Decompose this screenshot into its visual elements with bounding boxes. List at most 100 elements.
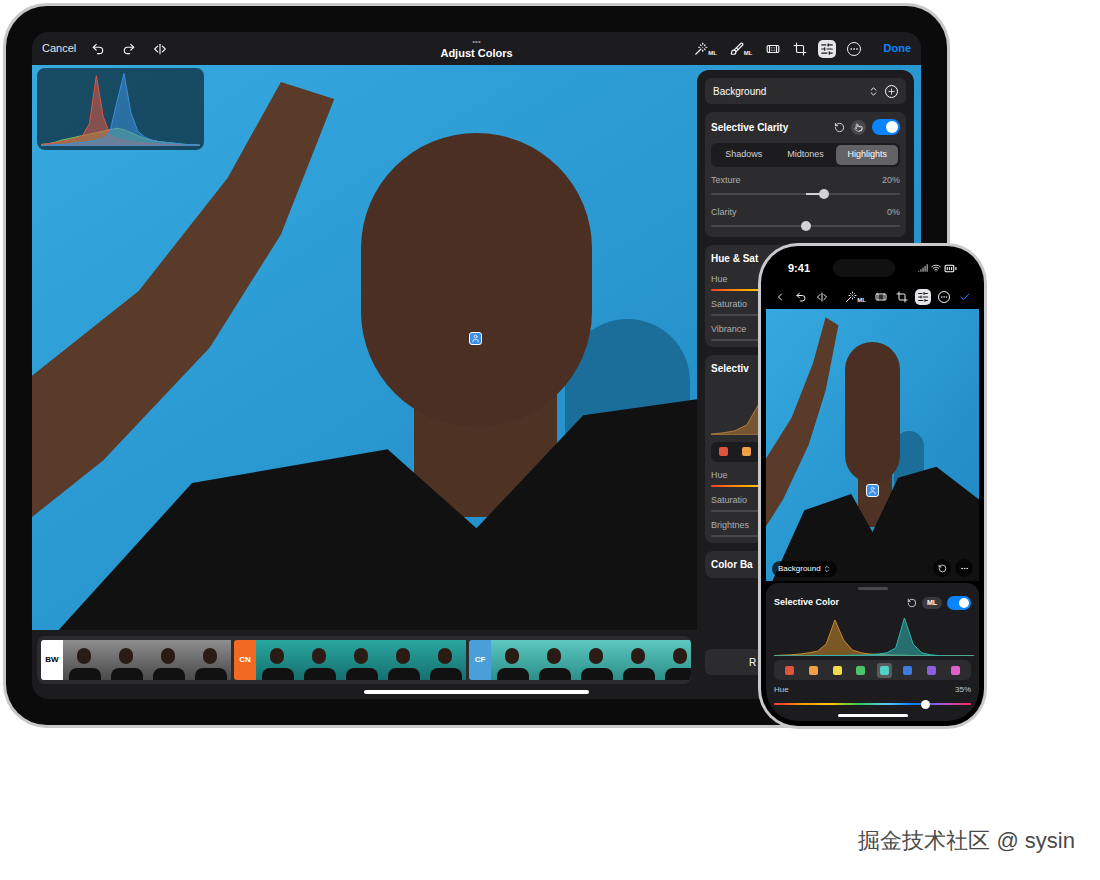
filter-thumbnail[interactable]	[147, 640, 189, 680]
filter-thumbnail[interactable]	[617, 640, 659, 680]
sheet-title: Selective Color	[774, 596, 839, 610]
segment[interactable]: Highlights	[836, 145, 898, 165]
done-icon	[959, 291, 971, 303]
person-icon	[471, 334, 480, 343]
undo-icon	[91, 42, 105, 56]
reset-icon[interactable]	[834, 122, 845, 133]
filter-group-label[interactable]: BW	[41, 640, 63, 680]
filter-group-label[interactable]: CN	[234, 640, 256, 680]
color-swatch[interactable]	[806, 663, 821, 678]
status-time: 9:41	[788, 260, 810, 277]
toggle[interactable]	[872, 119, 900, 135]
layer-select[interactable]: Background	[705, 78, 906, 104]
filter-thumbnail[interactable]	[256, 640, 298, 680]
filter-thumbnail[interactable]	[105, 640, 147, 680]
filter-thumbnail[interactable]	[340, 640, 382, 680]
segment[interactable]: Shadows	[713, 145, 775, 165]
filter-thumbnail[interactable]	[189, 640, 231, 680]
slider[interactable]	[711, 189, 900, 199]
wifi-icon	[931, 263, 941, 273]
filter-thumbnail[interactable]	[575, 640, 617, 680]
toggle[interactable]	[947, 596, 971, 610]
redo-icon	[122, 42, 136, 56]
filter-group-label[interactable]: CF	[469, 640, 491, 680]
filter-thumbnail[interactable]	[491, 640, 533, 680]
home-indicator	[838, 714, 908, 717]
filter-thumbnail[interactable]	[382, 640, 424, 680]
filter-group: CF	[469, 640, 691, 680]
status-bar: 9:41	[766, 251, 979, 285]
tool-button[interactable]: ML	[728, 40, 755, 58]
color-swatch[interactable]	[742, 447, 751, 456]
wand-icon	[845, 291, 857, 303]
tool-button[interactable]	[793, 289, 809, 305]
adjust-sheet: Selective ColorMLHue35%	[766, 583, 979, 721]
more-icon	[938, 291, 950, 303]
tool-button[interactable]	[818, 40, 836, 58]
ml-button[interactable]: ML	[922, 597, 942, 610]
filter-thumbnail[interactable]	[424, 640, 466, 680]
signal-icon	[918, 263, 928, 273]
tool-button[interactable]	[814, 289, 830, 305]
tool-button[interactable]	[764, 40, 782, 58]
segment[interactable]: Midtones	[775, 145, 837, 165]
tool-button[interactable]	[845, 40, 863, 58]
cancel-button[interactable]: Cancel	[42, 40, 76, 57]
tool-button[interactable]	[772, 289, 788, 305]
hue-slider[interactable]	[774, 699, 971, 709]
phone-toolbar: ML	[766, 285, 979, 309]
person-icon	[868, 486, 877, 495]
slider-reading: 0%	[887, 206, 900, 218]
histogram-series	[774, 620, 974, 656]
top-toolbar: Cancel ••• Adjust Colors ML ML Done	[32, 32, 921, 65]
tool-button[interactable]	[89, 40, 107, 58]
tool-button[interactable]: ML	[843, 289, 868, 305]
color-swatch[interactable]	[782, 663, 797, 678]
toolbar-title: Adjust Colors	[440, 48, 512, 59]
tool-button[interactable]: ML	[692, 40, 719, 58]
reset-icon[interactable]	[907, 598, 917, 608]
wand-icon	[694, 42, 708, 56]
filter-thumbnail[interactable]	[298, 640, 340, 680]
tool-button[interactable]	[915, 289, 931, 305]
add-layer-button[interactable]	[885, 85, 898, 98]
repair-icon	[766, 42, 780, 56]
ellipsis-icon	[960, 564, 969, 573]
brush-icon	[730, 42, 744, 56]
color-swatch[interactable]	[719, 447, 728, 456]
filter-thumbnail[interactable]	[63, 640, 105, 680]
slider-label: Clarity	[711, 206, 737, 218]
chevrons-icon	[823, 565, 831, 573]
color-swatch[interactable]	[924, 663, 939, 678]
reset-button[interactable]	[933, 559, 951, 577]
grabber[interactable]: •••	[472, 38, 480, 46]
undo-icon	[795, 291, 807, 303]
slider[interactable]	[711, 221, 900, 231]
tool-button[interactable]	[957, 289, 973, 305]
tool-button[interactable]	[120, 40, 138, 58]
filter-thumbnail[interactable]	[659, 640, 691, 680]
slider-label: Texture	[711, 174, 741, 186]
histogram	[41, 72, 200, 146]
layer-pill[interactable]: Background	[772, 561, 837, 577]
color-swatch[interactable]	[877, 663, 892, 678]
tool-button[interactable]	[151, 40, 169, 58]
reset-icon	[938, 564, 947, 573]
filter-thumbnail[interactable]	[533, 640, 575, 680]
crop-icon	[896, 291, 908, 303]
person-pin[interactable]	[469, 332, 482, 345]
tool-button[interactable]	[936, 289, 952, 305]
done-button[interactable]: Done	[884, 40, 912, 57]
color-swatch[interactable]	[853, 663, 868, 678]
color-swatch[interactable]	[830, 663, 845, 678]
more-button[interactable]	[955, 559, 973, 577]
tool-button[interactable]	[791, 40, 809, 58]
color-swatch[interactable]	[948, 663, 963, 678]
person-pin[interactable]	[866, 484, 879, 497]
histogram-series	[774, 618, 974, 656]
tool-button[interactable]	[894, 289, 910, 305]
pointer-icon[interactable]	[854, 123, 863, 132]
plus-icon	[887, 87, 896, 96]
color-swatch[interactable]	[900, 663, 915, 678]
tool-button[interactable]	[873, 289, 889, 305]
